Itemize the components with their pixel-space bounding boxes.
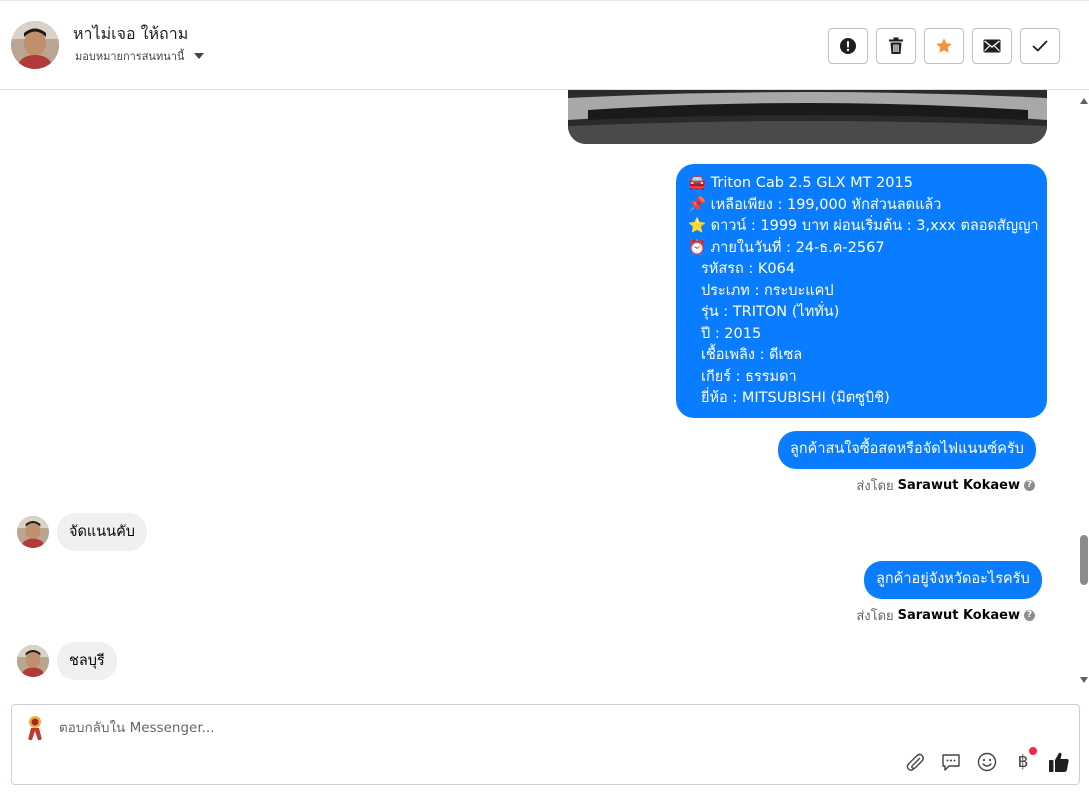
done-button[interactable]	[1020, 28, 1060, 64]
incoming-message: ชลบุรี	[57, 642, 117, 680]
paperclip-icon	[906, 753, 924, 771]
contact-avatar[interactable]	[11, 21, 59, 69]
caret-down-icon	[194, 53, 205, 59]
page-avatar	[21, 713, 49, 741]
car-photo-attachment[interactable]	[568, 90, 1047, 144]
incoming-message-row: ชลบุรี	[17, 642, 117, 680]
checkmark-icon	[1032, 40, 1048, 52]
incoming-message-row: จัดแนนคับ	[17, 513, 147, 551]
sent-by-prefix: ส่งโดย	[856, 609, 894, 624]
contact-name: หาไม่เจอ ให้ถาม	[73, 24, 189, 43]
messenger-inbox: หาไม่เจอ ให้ถาม มอบหมายการสนทนานี้ 🚘 Tri…	[0, 0, 1089, 797]
star-icon	[936, 38, 952, 53]
sent-by-name: Sarawut Kokaew	[897, 608, 1020, 623]
outgoing-message: ลูกค้าสนใจซื้อสดหรือจัดไฟแนนซ์ครับ	[778, 431, 1036, 469]
message-thread[interactable]: 🚘 Triton Cab 2.5 GLX MT 2015 📌 เหลือเพีย…	[0, 90, 1077, 690]
reply-composer: ฿	[11, 704, 1080, 785]
sent-by-label: ส่งโดย Sarawut Kokaew ?	[856, 605, 1035, 626]
exclamation-circle-icon	[840, 38, 856, 54]
contact-avatar-small	[17, 516, 49, 548]
help-icon[interactable]: ?	[1024, 480, 1035, 491]
outgoing-message: ลูกค้าอยู่จังหวัดอะไรครับ	[864, 561, 1042, 599]
emoji-icon	[977, 752, 997, 772]
payment-button[interactable]: ฿	[1011, 747, 1037, 774]
scroll-down-arrow-icon[interactable]	[1080, 677, 1088, 683]
incoming-message: จัดแนนคับ	[57, 513, 147, 551]
help-icon[interactable]: ?	[1024, 610, 1035, 621]
reply-input[interactable]	[59, 718, 879, 738]
message-line: รหัสรถ : K064	[701, 261, 796, 277]
attach-file-button[interactable]	[903, 750, 927, 774]
sent-by-name: Sarawut Kokaew	[897, 478, 1020, 493]
conversation-actions	[828, 28, 1060, 64]
conversation-header: หาไม่เจอ ให้ถาม มอบหมายการสนทนานี้	[0, 0, 1089, 90]
payment-icon: ฿	[1017, 752, 1029, 772]
saved-replies-icon	[942, 754, 960, 771]
contact-avatar-small	[17, 645, 49, 677]
spam-button[interactable]	[828, 28, 868, 64]
trash-icon	[889, 37, 903, 54]
delete-button[interactable]	[876, 28, 916, 64]
message-line: ยี่ห้อ : MITSUBISHI (มิตซูบิชิ)	[701, 390, 890, 406]
envelope-icon	[983, 39, 1001, 53]
message-line: ⭐ ดาวน์ : 1999 บาท ผ่อนเริ่มต้น : 3,xxx …	[688, 218, 1039, 234]
star-button[interactable]	[924, 28, 964, 64]
vehicle-details-message: 🚘 Triton Cab 2.5 GLX MT 2015 📌 เหลือเพีย…	[676, 164, 1047, 418]
scroll-up-arrow-icon[interactable]	[1080, 98, 1088, 104]
message-line: 🚘 Triton Cab 2.5 GLX MT 2015	[688, 175, 913, 191]
message-line: 📌 เหลือเพียง : 199,000 หักส่วนลดแล้ว	[688, 196, 942, 213]
assign-label: มอบหมายการสนทนานี้	[75, 50, 185, 63]
send-like-button[interactable]	[1047, 750, 1071, 774]
mark-unread-button[interactable]	[972, 28, 1012, 64]
message-line: ปี : 2015	[701, 325, 762, 342]
saved-replies-button[interactable]	[939, 750, 963, 774]
composer-toolbar: ฿	[903, 747, 1071, 774]
message-line: รุ่น : TRITON (ไททั่น)	[701, 304, 840, 320]
notification-dot	[1029, 747, 1037, 755]
sent-by-label: ส่งโดย Sarawut Kokaew ?	[856, 475, 1035, 496]
message-line: เชื้อเพลิง : ดีเซล	[701, 347, 803, 363]
thread-scrollbar[interactable]	[1077, 90, 1089, 690]
message-line: ⏰ ภายในวันที่ : 24-ธ.ค-2567	[688, 239, 885, 256]
assign-conversation-dropdown[interactable]: มอบหมายการสนทนานี้	[75, 47, 205, 65]
message-line: ประเภท : กระบะแคป	[701, 282, 834, 299]
sent-by-prefix: ส่งโดย	[856, 479, 894, 494]
thumbs-up-icon	[1049, 752, 1069, 772]
emoji-button[interactable]	[975, 750, 999, 774]
scrollbar-thumb[interactable]	[1080, 535, 1088, 585]
message-line: เกียร์ : ธรรมดา	[701, 368, 797, 385]
